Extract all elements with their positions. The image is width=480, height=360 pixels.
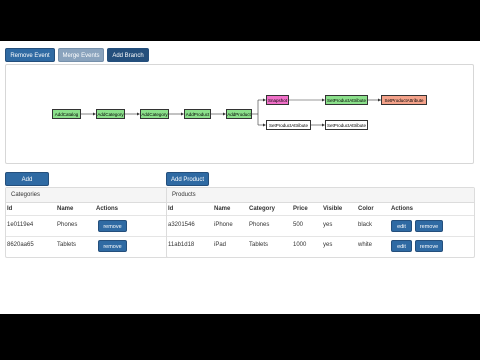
divider (167, 215, 474, 216)
product-category: Phones (249, 222, 270, 228)
column-header-category: Category (249, 206, 276, 212)
product-category: Tablets (249, 242, 269, 248)
graph-node[interactable]: AddProduct (226, 109, 252, 119)
graph-node[interactable]: SetProductAttribute (266, 120, 311, 130)
graph-node[interactable]: AddCategory (96, 109, 125, 119)
product-id: 11ab1d18 (168, 242, 195, 248)
column-header-color: Color (358, 206, 374, 212)
products-title: Products (167, 188, 474, 203)
add-branch-button[interactable]: Add Branch (107, 48, 149, 62)
column-header-id: Id (7, 206, 13, 212)
column-header-actions: Actions (391, 206, 414, 212)
product-price: 1000 (293, 242, 307, 248)
divider (167, 236, 474, 237)
product-price: 500 (293, 222, 304, 228)
product-name: iPad (214, 242, 227, 248)
category-id: 8620aa65 (7, 242, 34, 248)
graph-node-snapshot[interactable]: Snapshot (266, 95, 289, 105)
remove-product-button[interactable]: remove (415, 220, 443, 232)
column-header-visible: Visible (323, 206, 343, 212)
category-id: 1e0119e4 (7, 222, 34, 228)
product-color: white (358, 242, 373, 248)
remove-category-button[interactable]: remove (98, 220, 127, 232)
add-product-button[interactable]: Add Product (166, 172, 209, 186)
column-header-name: Name (214, 206, 231, 212)
categories-title: Categories (6, 188, 179, 203)
product-id: a3201546 (168, 222, 195, 228)
product-visible: yes (323, 222, 333, 228)
category-name: Tablets (57, 242, 77, 248)
graph-node[interactable]: AddCatalog (52, 109, 81, 119)
divider (6, 236, 179, 237)
divider (6, 215, 179, 216)
event-graph: AddCatalog AddCategory AddCategory AddPr… (5, 64, 474, 164)
column-header-name: Name (57, 206, 74, 212)
graph-node[interactable]: AddProduct (184, 109, 211, 119)
remove-event-button[interactable]: Remove Event (5, 48, 55, 62)
remove-category-button[interactable]: remove (98, 240, 127, 252)
add-category-button[interactable]: Add Category (5, 172, 49, 197)
remove-product-button[interactable]: remove (415, 240, 443, 252)
graph-node[interactable]: SetProductAttribute (325, 95, 368, 105)
graph-node-selected[interactable]: SetProductAttribute (381, 95, 427, 105)
product-color: black (358, 222, 373, 228)
graph-node[interactable]: SetProductAttribute (325, 120, 368, 130)
edit-product-button[interactable]: edit (391, 240, 412, 252)
column-header-id: Id (168, 206, 174, 212)
category-name: Phones (57, 222, 78, 228)
column-header-actions: Actions (96, 206, 119, 212)
edit-product-button[interactable]: edit (391, 220, 412, 232)
product-visible: yes (323, 242, 333, 248)
graph-node[interactable]: AddCategory (140, 109, 169, 119)
column-header-price: Price (293, 206, 308, 212)
product-name: iPhone (214, 222, 233, 228)
merge-events-button[interactable]: Merge Events (58, 48, 104, 62)
